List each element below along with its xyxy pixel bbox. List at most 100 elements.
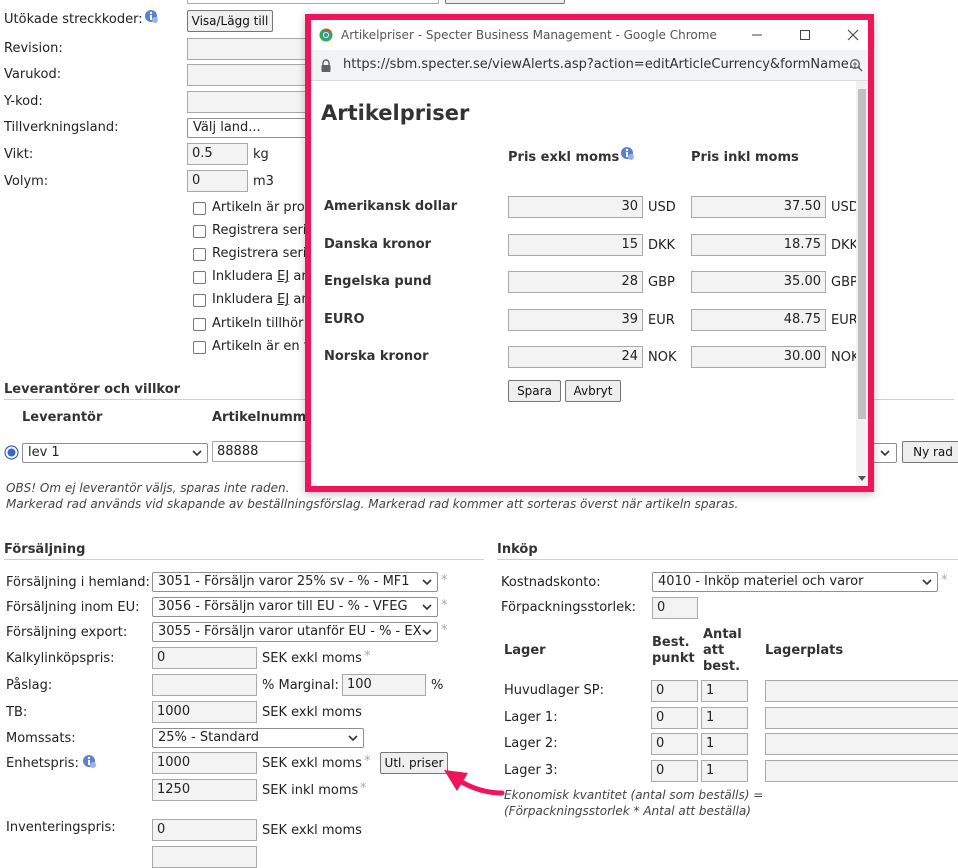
top-partial-button[interactable] xyxy=(445,0,565,4)
supplier-terms-select[interactable] xyxy=(873,443,897,463)
order-qty-header-3: best. xyxy=(703,659,741,674)
save-button[interactable]: Spara xyxy=(508,380,561,402)
price-excl-field[interactable]: 30 xyxy=(508,196,643,218)
stock-location-field[interactable] xyxy=(765,759,958,782)
markup-field[interactable] xyxy=(152,674,257,696)
calc-price-field[interactable]: 0 xyxy=(152,647,257,669)
article-option-checkbox[interactable] xyxy=(193,294,206,308)
popup-content: Artikelpriser Pris exkl moms Pris inkl m… xyxy=(311,81,868,486)
revision-field[interactable] xyxy=(187,38,312,60)
order-point-field[interactable]: 0 xyxy=(651,680,698,702)
price-excl-field[interactable]: 39 xyxy=(508,308,643,331)
stock-name: Lager 1: xyxy=(504,709,558,725)
article-option-checkbox[interactable] xyxy=(193,271,206,285)
info-icon[interactable] xyxy=(620,146,634,160)
eu-sales-account-value: 3056 - Försäljn varor till EU - % - VFEG xyxy=(158,599,408,614)
supplier-select[interactable]: lev 1 xyxy=(22,443,208,463)
order-point-field[interactable]: 0 xyxy=(651,733,698,755)
order-qty-field[interactable]: 1 xyxy=(701,733,748,755)
y-code-field[interactable] xyxy=(187,91,312,113)
supplier-note-1: OBS! Om ej leverantör väljs, sparas inte… xyxy=(6,481,290,495)
volume-unit: m3 xyxy=(253,174,274,189)
required-mark: * xyxy=(441,623,448,638)
article-number-column-header: Artikelnumme xyxy=(212,410,316,425)
cost-account-label: Kostnadskonto: xyxy=(501,575,601,590)
price-incl-field[interactable]: 48.75 xyxy=(691,308,826,331)
currency-code-incl: DKK xyxy=(831,237,859,253)
order-qty-field[interactable]: 1 xyxy=(701,680,748,702)
default-supplier-radio[interactable] xyxy=(4,445,19,460)
article-option-checkbox[interactable] xyxy=(193,248,206,262)
export-sales-account-select[interactable]: 3055 - Försäljn varor utanför EU - % - E… xyxy=(152,622,438,642)
show-add-barcodes-button[interactable]: Visa/Lägg till xyxy=(187,10,273,32)
country-label: Tillverkningsland: xyxy=(4,120,119,135)
volume-field[interactable]: 0 xyxy=(187,170,248,192)
price-incl-field[interactable]: 18.75 xyxy=(691,233,826,256)
order-qty-field[interactable]: 1 xyxy=(701,759,748,782)
tb-label: TB: xyxy=(6,705,28,720)
info-icon[interactable] xyxy=(144,9,158,23)
price-incl-field[interactable]: 35.00 xyxy=(691,271,826,294)
unit-price-incl-field[interactable]: 1250 xyxy=(152,779,257,801)
stock-location-field[interactable] xyxy=(765,680,958,702)
price-incl-field[interactable]: 37.50 xyxy=(691,196,826,218)
vat-select[interactable]: 25% - Standard xyxy=(152,728,364,748)
price-incl-field[interactable]: 30.00 xyxy=(691,346,826,369)
supplier-note-2: Markerad rad används vid skapande av bes… xyxy=(6,497,739,511)
order-point-field[interactable]: 0 xyxy=(651,706,698,729)
required-mark: * xyxy=(441,573,448,588)
order-qty-field[interactable]: 1 xyxy=(701,706,748,729)
currency-code-incl: USD xyxy=(831,200,859,215)
new-row-button[interactable]: Ny rad xyxy=(902,441,958,463)
price-excl-field[interactable]: 28 xyxy=(508,271,643,294)
popup-scroll-thumb[interactable] xyxy=(858,89,866,419)
article-option-checkbox[interactable] xyxy=(193,202,206,215)
inventory-price-field[interactable]: 0 xyxy=(152,819,257,841)
tb-field[interactable]: 1000 xyxy=(152,701,257,723)
order-point-field[interactable]: 0 xyxy=(651,759,698,782)
info-icon[interactable] xyxy=(82,754,96,768)
close-icon[interactable] xyxy=(844,26,862,44)
weight-field[interactable]: 0.5 xyxy=(187,143,248,165)
unit-price-excl-field[interactable]: 1000 xyxy=(152,752,257,774)
currency-code: DKK xyxy=(648,237,676,253)
price-excl-field[interactable]: 24 xyxy=(508,346,643,369)
country-select[interactable]: Välj land... xyxy=(187,118,312,138)
weight-unit: kg xyxy=(253,147,269,162)
next-partial-field[interactable] xyxy=(152,846,257,868)
scroll-down-icon[interactable] xyxy=(858,476,866,482)
popup-heading: Artikelpriser xyxy=(321,101,470,125)
maximize-icon[interactable] xyxy=(796,26,814,44)
pack-size-field[interactable]: 0 xyxy=(652,597,698,619)
popup-address-bar[interactable]: https://sbm.specter.se/viewAlerts.asp?ac… xyxy=(311,50,868,81)
stock-location-field[interactable] xyxy=(765,733,958,755)
stock-name: Lager 3: xyxy=(504,762,558,778)
export-sales-label: Försäljning export: xyxy=(6,625,128,640)
article-option-checkbox[interactable] xyxy=(193,340,206,354)
stock-location-field[interactable] xyxy=(765,706,958,729)
article-prices-popup: Artikelpriser - Specter Business Managem… xyxy=(305,14,874,492)
margin-field[interactable]: 100 xyxy=(342,674,426,696)
required-mark: * xyxy=(364,649,371,664)
sales-section-title: Försäljning xyxy=(4,542,484,560)
inventory-price-unit: SEK exkl moms xyxy=(262,823,362,838)
zoom-icon[interactable] xyxy=(849,58,863,72)
margin-label: % Marginal: xyxy=(262,678,339,693)
article-option-checkbox[interactable] xyxy=(193,317,206,331)
eu-sales-account-select[interactable]: 3056 - Försäljn varor till EU - % - VFEG xyxy=(152,597,438,617)
cancel-button[interactable]: Avbryt xyxy=(565,380,621,402)
article-option-checkbox[interactable] xyxy=(193,225,206,239)
cost-account-select[interactable]: 4010 - Inköp materiel och varor xyxy=(652,572,938,592)
domestic-sales-account-select[interactable]: 3051 - Försäljn varor 25% sv - % - MF1 xyxy=(152,572,438,592)
tb-unit: SEK exkl moms xyxy=(262,705,362,720)
popup-scrollbar[interactable] xyxy=(856,81,868,486)
weight-label: Vikt: xyxy=(4,147,34,162)
price-excl-field[interactable]: 15 xyxy=(508,233,643,256)
minimize-icon[interactable] xyxy=(748,26,766,44)
top-partial-field[interactable] xyxy=(187,0,439,4)
supplier-article-number-field[interactable]: 88888 xyxy=(212,441,312,462)
product-code-field[interactable] xyxy=(187,64,312,86)
chevron-down-icon xyxy=(422,604,432,610)
currency-code: NOK xyxy=(648,350,677,366)
popup-window-title: Artikelpriser - Specter Business Managem… xyxy=(341,28,717,42)
